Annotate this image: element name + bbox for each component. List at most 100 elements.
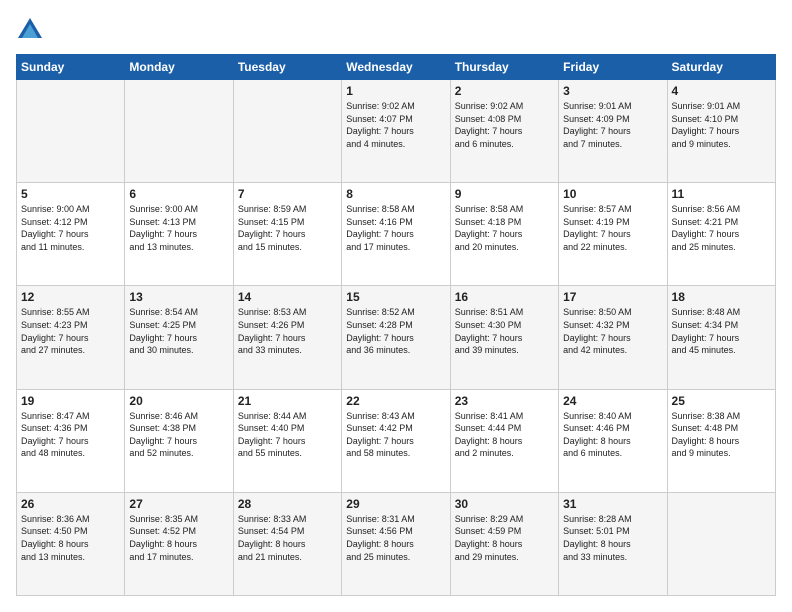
day-number: 30 — [455, 497, 554, 511]
day-number: 9 — [455, 187, 554, 201]
calendar-cell: 10Sunrise: 8:57 AM Sunset: 4:19 PM Dayli… — [559, 183, 667, 286]
day-info: Sunrise: 9:01 AM Sunset: 4:09 PM Dayligh… — [563, 100, 662, 150]
header — [16, 16, 776, 44]
day-info: Sunrise: 8:28 AM Sunset: 5:01 PM Dayligh… — [563, 513, 662, 563]
calendar-cell — [667, 492, 775, 595]
calendar-table: SundayMondayTuesdayWednesdayThursdayFrid… — [16, 54, 776, 596]
calendar-cell: 11Sunrise: 8:56 AM Sunset: 4:21 PM Dayli… — [667, 183, 775, 286]
week-row-3: 12Sunrise: 8:55 AM Sunset: 4:23 PM Dayli… — [17, 286, 776, 389]
day-info: Sunrise: 8:43 AM Sunset: 4:42 PM Dayligh… — [346, 410, 445, 460]
day-info: Sunrise: 8:58 AM Sunset: 4:18 PM Dayligh… — [455, 203, 554, 253]
calendar-cell: 18 Sunrise: 8:48 AM Sunset: 4:34 PM Dayli… — [667, 286, 775, 389]
calendar-cell: 30 Sunrise: 8:29 AM Sunset: 4:59 PM Dayli… — [450, 492, 558, 595]
day-info: Sunrise: 8:46 AM Sunset: 4:38 PM Dayligh… — [129, 410, 228, 460]
day-info: Sunrise: 8:47 AM Sunset: 4:36 PM Dayligh… — [21, 410, 120, 460]
day-number: 7 — [238, 187, 337, 201]
calendar-cell — [17, 80, 125, 183]
day-info: Sunrise: 8:58 AM Sunset: 4:16 PM Dayligh… — [346, 203, 445, 253]
day-info: Sunrise: 8:31 AM Sunset: 4:56 PM Dayligh… — [346, 513, 445, 563]
day-number: 3 — [563, 84, 662, 98]
header-row: SundayMondayTuesdayWednesdayThursdayFrid… — [17, 55, 776, 80]
col-header-monday: Monday — [125, 55, 233, 80]
day-number: 29 — [346, 497, 445, 511]
day-number: 12 — [21, 290, 120, 304]
calendar-cell: 1 Sunrise: 9:02 AM Sunset: 4:07 PM Daylig… — [342, 80, 450, 183]
day-number: 16 — [455, 290, 554, 304]
day-info: Sunrise: 9:02 AM Sunset: 4:07 PM Dayligh… — [346, 100, 445, 150]
calendar-cell: 22 Sunrise: 8:43 AM Sunset: 4:42 PM Dayli… — [342, 389, 450, 492]
calendar-cell: 12Sunrise: 8:55 AM Sunset: 4:23 PM Dayli… — [17, 286, 125, 389]
col-header-sunday: Sunday — [17, 55, 125, 80]
day-info: Sunrise: 8:40 AM Sunset: 4:46 PM Dayligh… — [563, 410, 662, 460]
logo-icon — [16, 16, 44, 44]
col-header-thursday: Thursday — [450, 55, 558, 80]
calendar-cell: 13 Sunrise: 8:54 AM Sunset: 4:25 PM Dayli… — [125, 286, 233, 389]
col-header-friday: Friday — [559, 55, 667, 80]
day-number: 31 — [563, 497, 662, 511]
calendar-cell: 4Sunrise: 9:01 AM Sunset: 4:10 PM Daylig… — [667, 80, 775, 183]
col-header-saturday: Saturday — [667, 55, 775, 80]
calendar-cell: 14Sunrise: 8:53 AM Sunset: 4:26 PM Dayli… — [233, 286, 341, 389]
day-info: Sunrise: 9:00 AM Sunset: 4:12 PM Dayligh… — [21, 203, 120, 253]
day-number: 10 — [563, 187, 662, 201]
calendar-cell: 2Sunrise: 9:02 AM Sunset: 4:08 PM Daylig… — [450, 80, 558, 183]
col-header-wednesday: Wednesday — [342, 55, 450, 80]
week-row-1: 1 Sunrise: 9:02 AM Sunset: 4:07 PM Daylig… — [17, 80, 776, 183]
day-number: 1 — [346, 84, 445, 98]
day-info: Sunrise: 8:53 AM Sunset: 4:26 PM Dayligh… — [238, 306, 337, 356]
calendar-cell: 31 Sunrise: 8:28 AM Sunset: 5:01 PM Dayli… — [559, 492, 667, 595]
day-number: 28 — [238, 497, 337, 511]
day-info: Sunrise: 8:48 AM Sunset: 4:34 PM Dayligh… — [672, 306, 771, 356]
calendar-cell: 23 Sunrise: 8:41 AM Sunset: 4:44 PM Dayli… — [450, 389, 558, 492]
calendar-cell — [233, 80, 341, 183]
day-info: Sunrise: 8:44 AM Sunset: 4:40 PM Dayligh… — [238, 410, 337, 460]
logo — [16, 16, 48, 44]
day-info: Sunrise: 8:33 AM Sunset: 4:54 PM Dayligh… — [238, 513, 337, 563]
day-number: 11 — [672, 187, 771, 201]
day-info: Sunrise: 8:29 AM Sunset: 4:59 PM Dayligh… — [455, 513, 554, 563]
calendar-cell: 20 Sunrise: 8:46 AM Sunset: 4:38 PM Dayli… — [125, 389, 233, 492]
calendar-cell: 16 Sunrise: 8:51 AM Sunset: 4:30 PM Dayli… — [450, 286, 558, 389]
calendar-cell: 27Sunrise: 8:35 AM Sunset: 4:52 PM Dayli… — [125, 492, 233, 595]
day-number: 19 — [21, 394, 120, 408]
day-info: Sunrise: 9:02 AM Sunset: 4:08 PM Dayligh… — [455, 100, 554, 150]
day-number: 6 — [129, 187, 228, 201]
calendar-cell: 3 Sunrise: 9:01 AM Sunset: 4:09 PM Daylig… — [559, 80, 667, 183]
day-info: Sunrise: 8:52 AM Sunset: 4:28 PM Dayligh… — [346, 306, 445, 356]
day-number: 17 — [563, 290, 662, 304]
day-number: 8 — [346, 187, 445, 201]
day-number: 20 — [129, 394, 228, 408]
calendar-cell: 28 Sunrise: 8:33 AM Sunset: 4:54 PM Dayli… — [233, 492, 341, 595]
day-info: Sunrise: 8:59 AM Sunset: 4:15 PM Dayligh… — [238, 203, 337, 253]
day-info: Sunrise: 8:51 AM Sunset: 4:30 PM Dayligh… — [455, 306, 554, 356]
day-info: Sunrise: 8:50 AM Sunset: 4:32 PM Dayligh… — [563, 306, 662, 356]
day-info: Sunrise: 8:54 AM Sunset: 4:25 PM Dayligh… — [129, 306, 228, 356]
calendar-cell: 15 Sunrise: 8:52 AM Sunset: 4:28 PM Dayli… — [342, 286, 450, 389]
day-number: 18 — [672, 290, 771, 304]
day-number: 23 — [455, 394, 554, 408]
day-number: 21 — [238, 394, 337, 408]
calendar-cell: 26 Sunrise: 8:36 AM Sunset: 4:50 PM Dayli… — [17, 492, 125, 595]
day-number: 13 — [129, 290, 228, 304]
calendar-cell: 9 Sunrise: 8:58 AM Sunset: 4:18 PM Daylig… — [450, 183, 558, 286]
calendar-cell: 8 Sunrise: 8:58 AM Sunset: 4:16 PM Daylig… — [342, 183, 450, 286]
calendar-cell — [125, 80, 233, 183]
day-number: 22 — [346, 394, 445, 408]
day-info: Sunrise: 8:41 AM Sunset: 4:44 PM Dayligh… — [455, 410, 554, 460]
week-row-5: 26 Sunrise: 8:36 AM Sunset: 4:50 PM Dayli… — [17, 492, 776, 595]
day-info: Sunrise: 9:00 AM Sunset: 4:13 PM Dayligh… — [129, 203, 228, 253]
day-number: 15 — [346, 290, 445, 304]
day-info: Sunrise: 8:36 AM Sunset: 4:50 PM Dayligh… — [21, 513, 120, 563]
week-row-4: 19 Sunrise: 8:47 AM Sunset: 4:36 PM Dayli… — [17, 389, 776, 492]
calendar-cell: 25 Sunrise: 8:38 AM Sunset: 4:48 PM Dayli… — [667, 389, 775, 492]
day-number: 25 — [672, 394, 771, 408]
day-info: Sunrise: 8:38 AM Sunset: 4:48 PM Dayligh… — [672, 410, 771, 460]
day-number: 24 — [563, 394, 662, 408]
day-number: 4 — [672, 84, 771, 98]
calendar-cell: 17 Sunrise: 8:50 AM Sunset: 4:32 PM Dayli… — [559, 286, 667, 389]
calendar-cell: 29 Sunrise: 8:31 AM Sunset: 4:56 PM Dayli… — [342, 492, 450, 595]
week-row-2: 5Sunrise: 9:00 AM Sunset: 4:12 PM Daylig… — [17, 183, 776, 286]
calendar-cell: 21 Sunrise: 8:44 AM Sunset: 4:40 PM Dayli… — [233, 389, 341, 492]
day-number: 26 — [21, 497, 120, 511]
calendar-cell: 7 Sunrise: 8:59 AM Sunset: 4:15 PM Daylig… — [233, 183, 341, 286]
